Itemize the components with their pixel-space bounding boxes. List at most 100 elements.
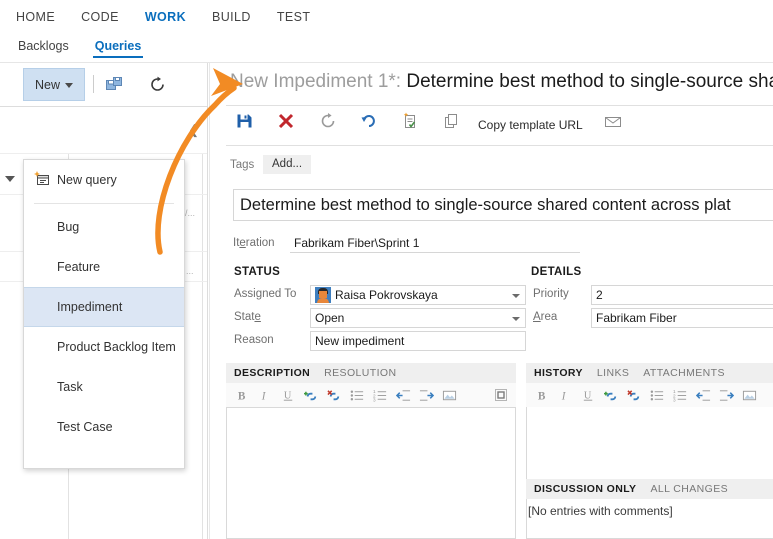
assigned-to-input[interactable]: Raisa Pokrovskaya — [310, 285, 526, 305]
italic-icon[interactable]: I — [258, 388, 273, 403]
bold-icon[interactable]: B — [535, 388, 550, 403]
decrease-indent-icon[interactable] — [396, 388, 411, 403]
maximize-icon[interactable] — [494, 388, 508, 407]
dropdown-item-new-query[interactable]: New query — [24, 160, 184, 200]
increase-indent-icon[interactable] — [719, 388, 734, 403]
dropdown-item-bug[interactable]: Bug — [24, 207, 184, 247]
add-tag-button[interactable]: Add... — [263, 155, 312, 174]
toolbar-divider — [226, 145, 773, 146]
area-label: Area — [533, 311, 558, 323]
underline-icon[interactable]: U — [581, 388, 596, 403]
insert-image-icon[interactable] — [742, 388, 757, 403]
copy-icon[interactable] — [442, 112, 460, 135]
svg-text:I: I — [261, 390, 267, 402]
svg-text:3: 3 — [373, 397, 376, 402]
topnav-item-build[interactable]: BUILD — [212, 0, 251, 34]
undo-icon[interactable] — [360, 112, 378, 135]
refresh-icon[interactable] — [149, 76, 166, 98]
iteration-label: Iteration — [233, 237, 275, 249]
dropdown-item-impediment[interactable]: Impediment — [24, 287, 184, 327]
bold-icon[interactable]: B — [235, 388, 250, 403]
new-query-button[interactable]: New — [23, 68, 85, 101]
dropdown-item-label: Test Case — [57, 420, 113, 434]
reason-label: Reason — [234, 334, 274, 346]
history-editor-body[interactable] — [526, 407, 773, 479]
increase-indent-icon[interactable] — [419, 388, 434, 403]
numbered-list-icon[interactable]: 123 — [373, 388, 388, 403]
dropdown-item-label: Product Backlog Item — [57, 340, 176, 354]
top-navigation-bar: HOME CODE WORK BUILD TEST — [0, 0, 773, 34]
area-input[interactable]: Fabrikam Fiber — [591, 308, 773, 328]
state-input[interactable]: Open — [310, 308, 526, 328]
copy-template-url-button[interactable]: Copy template URL — [478, 118, 583, 132]
dropdown-item-product-backlog-item[interactable]: Product Backlog Item — [24, 327, 184, 367]
tab-links[interactable]: LINKS — [597, 367, 629, 379]
topnav-item-code[interactable]: CODE — [81, 0, 119, 34]
dropdown-item-feature[interactable]: Feature — [24, 247, 184, 287]
dropdown-item-test-case[interactable]: Test Case — [24, 407, 184, 447]
avatar — [315, 287, 331, 303]
tab-description[interactable]: DESCRIPTION — [234, 367, 310, 379]
priority-input[interactable]: 2 — [591, 285, 773, 305]
insert-image-icon[interactable] — [442, 388, 457, 403]
save-query-icon[interactable] — [106, 77, 123, 98]
work-item-title-prefix: New Impediment 1*: — [230, 71, 407, 92]
dropdown-item-label: Bug — [57, 220, 80, 234]
tab-discussion-only[interactable]: DISCUSSION ONLY — [534, 483, 636, 495]
topnav-item-test[interactable]: TEST — [277, 0, 311, 34]
italic-icon[interactable]: I — [558, 388, 573, 403]
reason-row: Reason New impediment — [226, 331, 526, 351]
background-grid-line — [202, 153, 203, 539]
tab-resolution[interactable]: RESOLUTION — [324, 367, 396, 379]
work-item-toolbar: Copy template URL — [226, 106, 773, 144]
refresh-icon[interactable] — [319, 112, 337, 135]
new-button-label: New — [34, 77, 60, 92]
subnav-item-backlogs[interactable]: Backlogs — [16, 34, 71, 58]
bulleted-list-icon[interactable] — [650, 388, 665, 403]
assigned-to-label: Assigned To — [234, 288, 297, 300]
collapse-pane-icon[interactable]: ❮ — [188, 123, 199, 136]
priority-label: Priority — [533, 288, 569, 300]
svg-text:B: B — [238, 390, 246, 402]
tab-all-changes[interactable]: ALL CHANGES — [650, 483, 728, 495]
tab-attachments[interactable]: ATTACHMENTS — [643, 367, 725, 379]
dropdown-item-task[interactable]: Task — [24, 367, 184, 407]
template-icon[interactable] — [401, 112, 419, 135]
tree-expand-toggle-icon[interactable] — [5, 176, 15, 182]
decrease-indent-icon[interactable] — [696, 388, 711, 403]
dropdown-separator — [34, 203, 174, 204]
save-icon[interactable] — [236, 112, 254, 135]
iteration-input[interactable]: Fabrikam Fiber\Sprint 1 — [290, 233, 580, 253]
tags-label: Tags — [230, 159, 255, 171]
dropdown-item-label: Feature — [57, 260, 101, 274]
svg-text:B: B — [538, 390, 546, 402]
remove-link-icon[interactable] — [327, 388, 342, 403]
history-list-box — [526, 499, 773, 539]
reason-input[interactable]: New impediment — [310, 331, 526, 351]
dropdown-item-label: Impediment — [57, 300, 123, 314]
add-link-icon[interactable] — [604, 388, 619, 403]
description-editor-toolbar: B I U 123 — [226, 383, 516, 407]
description-editor-body[interactable] — [226, 407, 516, 539]
svg-text:U: U — [584, 390, 592, 401]
underline-icon[interactable]: U — [281, 388, 296, 403]
topnav-item-work[interactable]: WORK — [145, 0, 186, 34]
tab-history[interactable]: HISTORY — [534, 367, 583, 379]
topnav-item-home[interactable]: HOME — [16, 0, 55, 34]
history-editor-toolbar: B I U 123 — [526, 383, 773, 407]
bulleted-list-icon[interactable] — [350, 388, 365, 403]
area-row: Area Fabrikam Fiber — [525, 308, 773, 328]
state-label: State — [234, 311, 261, 323]
remove-link-icon[interactable] — [627, 388, 642, 403]
history-panel-tabs: HISTORY LINKS ATTACHMENTS — [526, 363, 773, 383]
mail-icon[interactable] — [604, 112, 622, 135]
subnav-item-queries[interactable]: Queries — [92, 34, 144, 58]
description-panel-tabs: DESCRIPTION RESOLUTION — [226, 363, 516, 383]
new-query-icon — [34, 171, 50, 187]
assigned-to-row: Assigned To Raisa Pokrovskaya — [226, 285, 526, 305]
close-x-icon[interactable] — [277, 112, 295, 135]
background-grid-row — [0, 153, 207, 154]
add-link-icon[interactable] — [304, 388, 319, 403]
numbered-list-icon[interactable]: 123 — [673, 388, 688, 403]
work-item-title-input[interactable]: Determine best method to single-source s… — [233, 189, 773, 221]
